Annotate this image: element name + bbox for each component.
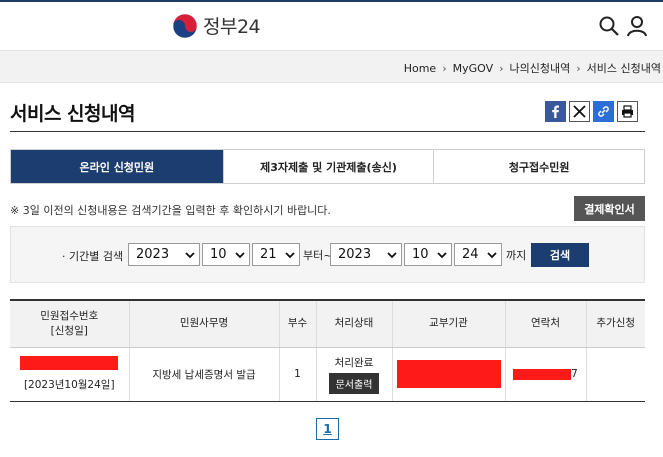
col-additional-request: 추가신청 xyxy=(586,300,645,348)
title-divider xyxy=(10,131,645,132)
period-search-label: · 기간별 검색 xyxy=(62,250,124,263)
page-title: 서비스 신청내역 xyxy=(10,103,135,125)
to-suffix: 까지 xyxy=(506,249,527,262)
breadcrumb-service-applications[interactable]: 서비스 신청내역 xyxy=(587,60,661,76)
chevron-right-icon: › xyxy=(576,61,581,75)
payment-confirmation-button[interactable]: 결제확인서 xyxy=(574,196,645,221)
additional-request-cell xyxy=(586,347,645,402)
copies-cell: 1 xyxy=(279,347,317,402)
col-service-name: 민원사무명 xyxy=(129,300,280,348)
table-header-row: 민원접수번호 [신청일] 민원사무명 부수 처리상태 교부기관 연락처 추가신청 xyxy=(10,300,645,348)
breadcrumb-bar: Home › MyGOV › 나의신청내역 › 서비스 신청내역 xyxy=(0,50,663,83)
issuing-agency-cell xyxy=(392,347,506,402)
to-month-select[interactable]: 10 xyxy=(404,243,452,266)
search-button[interactable]: 검색 xyxy=(531,243,589,267)
user-icon[interactable] xyxy=(626,15,648,37)
receipt-number-cell: [2023년10월24일] xyxy=(10,347,130,402)
to-year-select[interactable]: 2023 xyxy=(330,243,402,266)
share-tools xyxy=(545,101,638,122)
facebook-icon[interactable] xyxy=(545,101,566,122)
link-icon[interactable] xyxy=(593,101,614,122)
col-status: 처리상태 xyxy=(316,300,393,348)
chevron-right-icon: › xyxy=(442,61,447,75)
tab-online-applications[interactable]: 온라인 신청민원 xyxy=(11,150,223,183)
chevron-down-icon xyxy=(285,252,295,259)
col-contact: 연락처 xyxy=(505,300,587,348)
breadcrumb-mygov[interactable]: MyGOV xyxy=(453,62,494,75)
col-issuing-agency: 교부기관 xyxy=(392,300,506,348)
chevron-right-icon: › xyxy=(499,61,504,75)
from-day-select[interactable]: 21 xyxy=(252,243,300,266)
breadcrumb: Home › MyGOV › 나의신청내역 › 서비스 신청내역 xyxy=(404,60,661,76)
tab-claim-applications[interactable]: 청구접수민원 xyxy=(433,150,645,183)
breadcrumb-home[interactable]: Home xyxy=(404,62,436,75)
period-notice: ※ 3일 이전의 신청내용은 검색기간을 입력한 후 확인하시기 바랍니다. xyxy=(10,204,331,217)
from-suffix: 부터~ xyxy=(303,249,333,262)
application-date: [2023년10월24일] xyxy=(23,379,115,391)
chevron-down-icon xyxy=(487,252,497,259)
x-icon[interactable] xyxy=(569,101,590,122)
contact-tail: 7 xyxy=(571,368,578,380)
applications-table: 민원접수번호 [신청일] 민원사무명 부수 처리상태 교부기관 연락처 추가신청… xyxy=(10,299,645,402)
page-number-button[interactable]: 1 xyxy=(316,418,339,440)
chevron-down-icon xyxy=(387,252,397,259)
print-document-button[interactable]: 문서출력 xyxy=(328,372,380,394)
period-search-panel: · 기간별 검색 2023 10 21 부터~ 2023 10 24 까지 검색 xyxy=(10,226,645,283)
taegeuk-emblem-icon xyxy=(172,13,198,38)
print-icon[interactable] xyxy=(617,101,638,122)
search-icon[interactable] xyxy=(598,15,620,37)
from-month-select[interactable]: 10 xyxy=(202,243,250,266)
contact-cell: 7 xyxy=(505,347,587,402)
redacted-contact xyxy=(513,368,572,380)
to-day-select[interactable]: 24 xyxy=(454,243,502,266)
tab-third-party-submission[interactable]: 제3자제출 및 기관제출(송신) xyxy=(222,150,434,183)
logo-text: 정부24 xyxy=(203,16,261,38)
service-name-cell[interactable]: 지방세 납세증명서 발급 xyxy=(129,347,280,402)
from-year-select[interactable]: 2023 xyxy=(128,243,200,266)
redacted-agency xyxy=(396,360,501,388)
table-row: [2023년10월24일] 지방세 납세증명서 발급 1 처리완료 문서출력 7 xyxy=(10,347,645,402)
chevron-down-icon xyxy=(235,252,245,259)
col-receipt-number: 민원접수번호 [신청일] xyxy=(10,300,130,348)
gov24-logo[interactable]: 정부24 xyxy=(172,12,261,39)
status-text: 처리완료 xyxy=(334,356,374,369)
tab-bar: 온라인 신청민원 제3자제출 및 기관제출(송신) 청구접수민원 xyxy=(10,149,645,184)
top-header: 정부24 xyxy=(0,0,663,50)
status-cell: 처리완료 문서출력 xyxy=(316,347,393,402)
redacted-receipt-number xyxy=(20,356,119,370)
chevron-down-icon xyxy=(185,252,195,259)
breadcrumb-my-applications[interactable]: 나의신청내역 xyxy=(510,60,571,76)
chevron-down-icon xyxy=(437,252,447,259)
col-copies: 부수 xyxy=(279,300,317,348)
